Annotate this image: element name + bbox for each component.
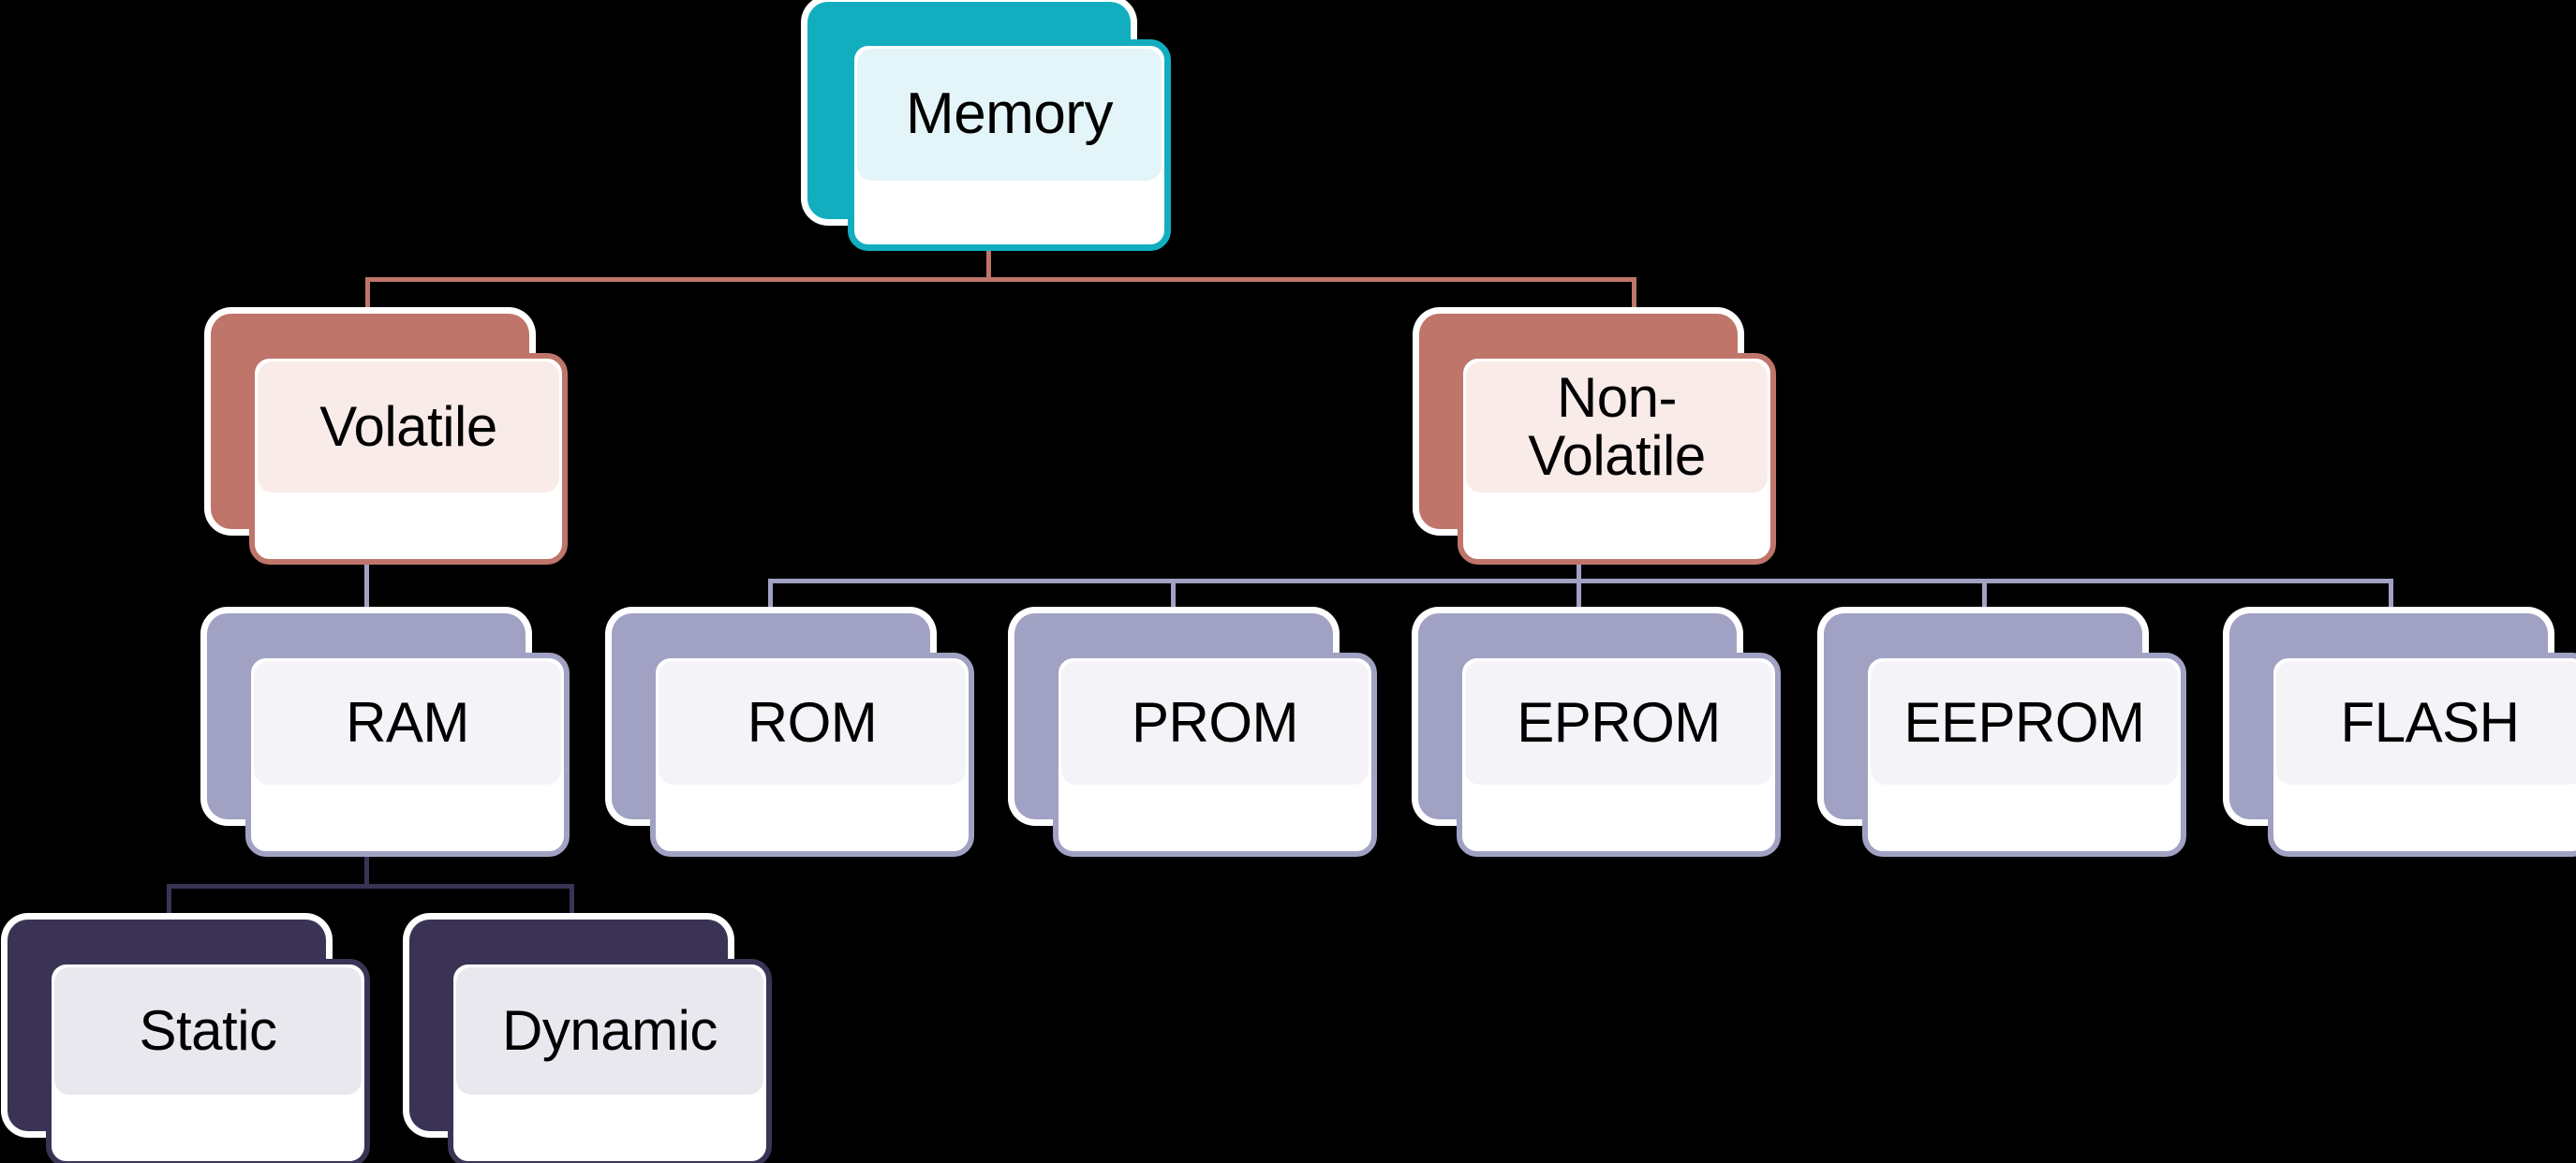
node-prom-label: PROM xyxy=(1132,690,1299,754)
node-volatile-fill: Volatile xyxy=(258,361,559,493)
node-flash-label: FLASH xyxy=(2340,690,2520,754)
node-eprom-fill: EPROM xyxy=(1465,661,1772,785)
node-dynamic-fill: Dynamic xyxy=(456,967,763,1095)
node-eprom-label: EPROM xyxy=(1517,690,1721,754)
node-memory-label: Memory xyxy=(906,81,1113,147)
node-prom-fill: PROM xyxy=(1061,661,1369,785)
node-rom-fill: ROM xyxy=(659,661,966,785)
node-dynamic-label: Dynamic xyxy=(502,998,718,1062)
node-volatile-label: Volatile xyxy=(319,394,497,458)
node-memory-fill: Memory xyxy=(857,49,1162,181)
node-flash-fill: FLASH xyxy=(2276,661,2576,785)
node-ram-label: RAM xyxy=(346,690,469,754)
node-static-fill: Static xyxy=(54,967,362,1095)
diagram-canvas: Memory Volatile Non- Volatile RAM ROM PR… xyxy=(0,0,2576,1163)
node-eeprom-label: EEPROM xyxy=(1903,690,2145,754)
edge-ram-bus xyxy=(167,884,574,889)
node-eeprom-fill: EEPROM xyxy=(1871,661,2178,785)
node-non-volatile-fill: Non- Volatile xyxy=(1466,361,1768,493)
node-rom-label: ROM xyxy=(747,690,878,754)
node-non-volatile-label: Non- Volatile xyxy=(1528,365,1706,487)
edge-ram-trunk xyxy=(364,856,369,888)
node-static-label: Static xyxy=(139,998,277,1062)
node-ram-fill: RAM xyxy=(254,661,561,785)
edge-memory-bus xyxy=(365,277,1636,282)
